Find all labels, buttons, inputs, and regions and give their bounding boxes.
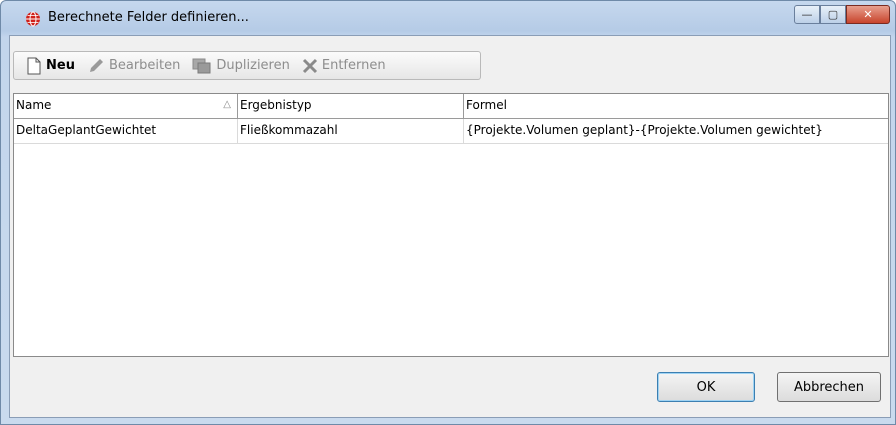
duplicate-button[interactable]: Duplizieren [188,54,293,78]
cell-name[interactable]: DeltaGeplantGewichtet [14,119,238,143]
calculated-fields-table: Name △ Ergebnistyp Formel DeltaGeplantGe… [13,93,889,357]
edit-button[interactable]: Bearbeiten [83,54,184,78]
title-bar[interactable]: Berechnete Felder definieren... — ▢ ✕ [1,1,895,35]
toolbar: Neu Bearbeiten Duplizieren Entfernen [13,51,481,80]
duplicate-icon [192,58,211,73]
dialog-window: Berechnete Felder definieren... — ▢ ✕ Ne… [0,0,896,425]
remove-x-icon [302,58,317,73]
window-title: Berechnete Felder definieren... [48,10,249,25]
column-header-formula[interactable]: Formel [464,94,888,118]
new-document-icon [27,57,41,74]
cancel-button[interactable]: Abbrechen [777,372,881,402]
pencil-icon [89,58,103,72]
close-button[interactable]: ✕ [846,5,890,24]
column-header-label: Ergebnistyp [240,98,312,112]
sort-ascending-icon: △ [223,99,231,110]
maximize-button[interactable]: ▢ [820,5,846,24]
maximize-icon: ▢ [827,8,839,21]
caption-buttons: — ▢ ✕ [794,5,890,25]
column-header-name[interactable]: Name △ [14,94,238,118]
table-header: Name △ Ergebnistyp Formel [14,94,888,119]
ok-button[interactable]: OK [657,372,755,402]
remove-button[interactable]: Entfernen [298,54,390,78]
column-header-label: Name [16,98,52,112]
duplicate-label: Duplizieren [216,58,290,73]
cell-formula[interactable]: {Projekte.Volumen geplant}-{Projekte.Vol… [464,119,888,143]
minimize-icon: — [801,8,813,21]
remove-label: Entfernen [321,58,386,73]
table-row[interactable]: DeltaGeplantGewichtet Fließkommazahl {Pr… [14,119,888,144]
edit-label: Bearbeiten [108,58,181,73]
column-header-label: Formel [466,98,507,112]
dialog-client-area: Neu Bearbeiten Duplizieren Entfernen Nam… [9,35,891,418]
minimize-button[interactable]: — [794,5,820,24]
new-button[interactable]: Neu [22,54,79,78]
cell-result-type[interactable]: Fließkommazahl [238,119,464,143]
globe-app-icon [26,11,40,27]
column-header-result-type[interactable]: Ergebnistyp [238,94,464,118]
close-icon: ✕ [863,8,873,21]
new-label: Neu [46,58,75,73]
